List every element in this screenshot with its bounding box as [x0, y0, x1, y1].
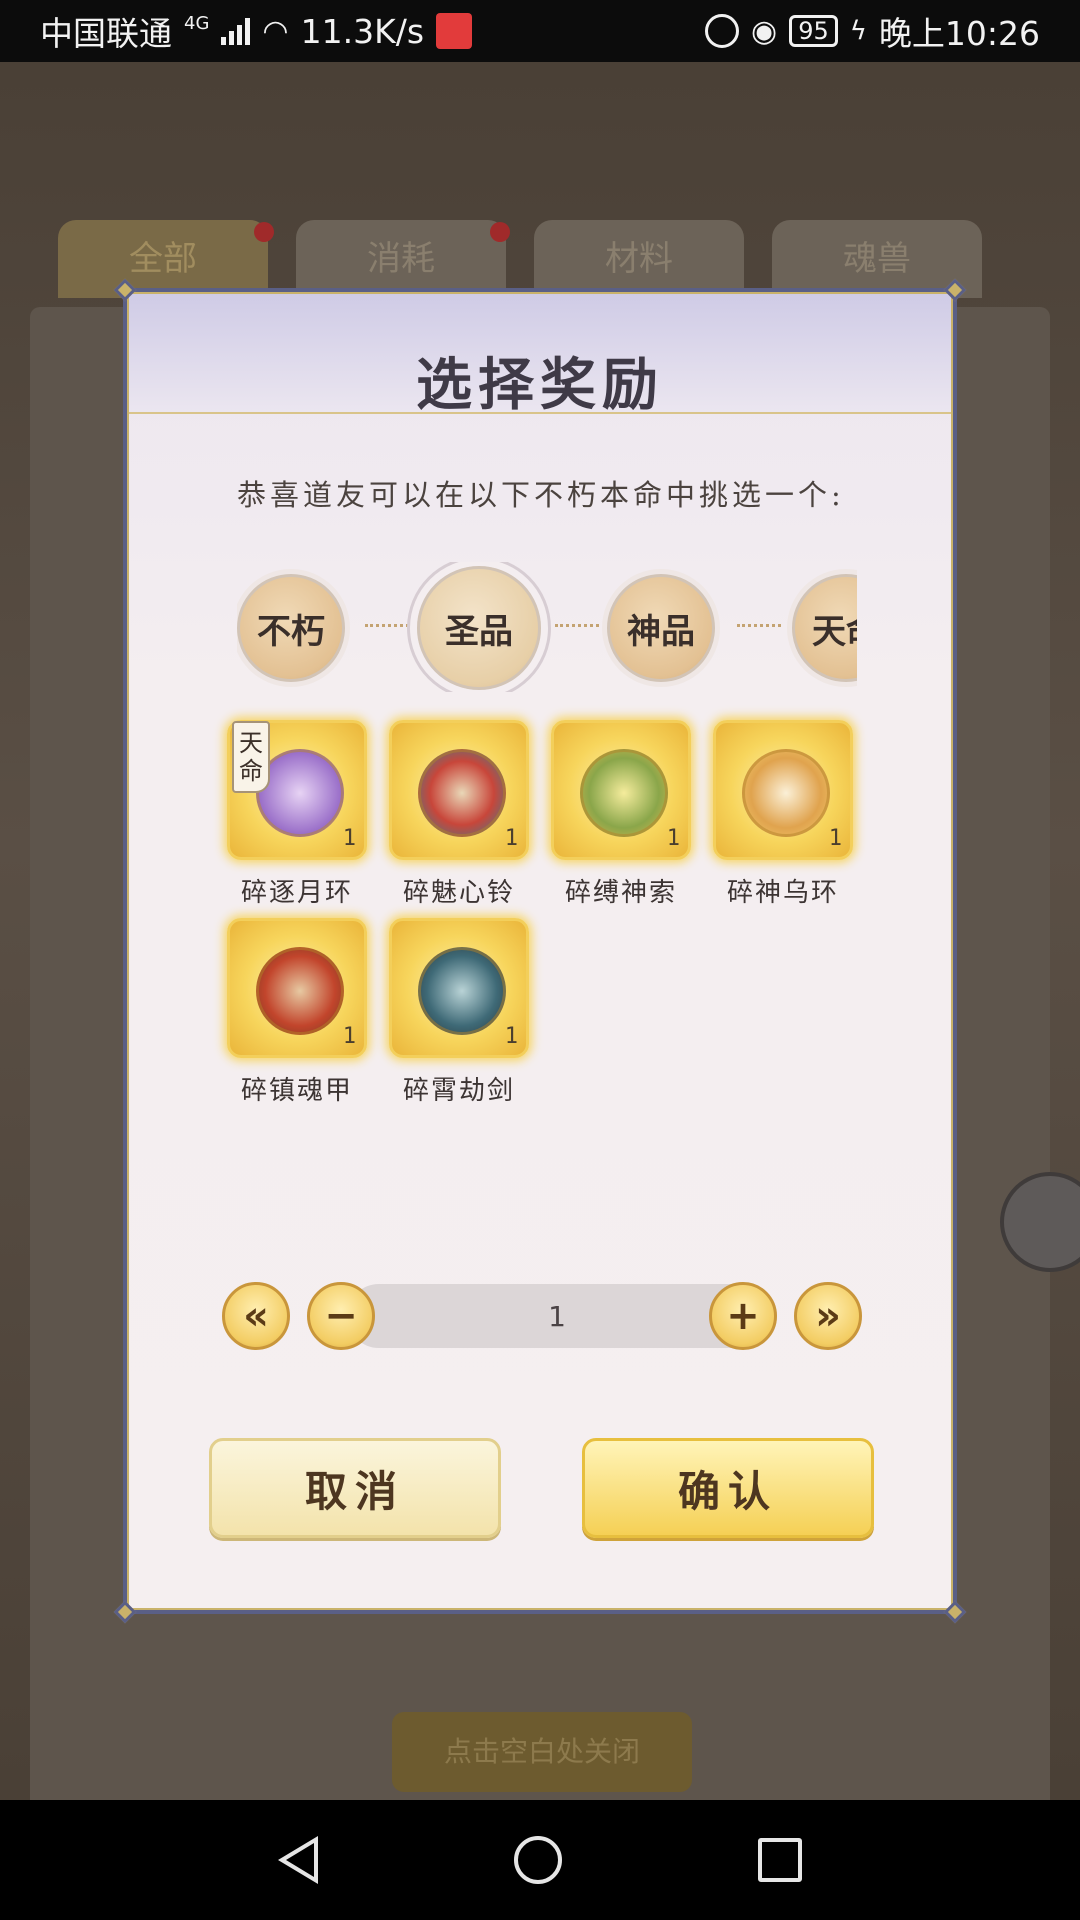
- reward-item[interactable]: 1 碎魅心铃: [389, 720, 529, 909]
- tier-tab-tianming[interactable]: 天命: [792, 574, 857, 682]
- tier-connector: [365, 624, 409, 630]
- reward-item[interactable]: 1 碎缚神索: [551, 720, 691, 909]
- home-icon[interactable]: [514, 1836, 562, 1884]
- decrement-button[interactable]: −: [307, 1282, 375, 1350]
- battery-indicator: 95: [789, 15, 838, 47]
- item-name: 碎镇魂甲: [240, 1076, 353, 1106]
- signal-icon: [221, 17, 251, 45]
- item-name: 碎缚神索: [564, 878, 677, 908]
- bg-tab-material: 材料: [534, 220, 744, 298]
- item-icon: [418, 947, 506, 1035]
- bg-tab-consume: 消耗: [296, 220, 506, 298]
- wifi-icon: ◠: [262, 13, 289, 49]
- tier-connector: [555, 624, 599, 630]
- close-hint: 点击空白处关闭: [392, 1712, 692, 1792]
- max-quantity-button[interactable]: »: [794, 1282, 862, 1350]
- tier-tab-shengpin[interactable]: 圣品: [417, 566, 541, 690]
- bg-tab-all: 全部: [58, 220, 268, 298]
- clock: 晚上10:26: [878, 14, 1040, 53]
- recent-apps-icon[interactable]: [758, 1838, 802, 1882]
- item-count: 1: [828, 826, 842, 851]
- item-count: 1: [342, 1024, 356, 1049]
- confirm-button[interactable]: 确认: [582, 1438, 874, 1538]
- tier-tab-buxiu[interactable]: 不朽: [237, 574, 345, 682]
- item-tile: 1: [227, 918, 367, 1058]
- reward-item[interactable]: 1 碎镇魂甲: [227, 918, 367, 1107]
- tier-tab-shenpin[interactable]: 神品: [607, 574, 715, 682]
- nfc-icon: [705, 14, 739, 48]
- item-count: 1: [504, 826, 518, 851]
- quantity-value: 1: [548, 1300, 566, 1333]
- reward-item[interactable]: 1 碎神乌环: [713, 720, 853, 909]
- navigation-bar: [0, 1800, 1080, 1920]
- dialog-title: 选择奖励: [416, 352, 664, 418]
- item-icon: [742, 749, 830, 837]
- reward-item[interactable]: 1 碎霄劫剑: [389, 918, 529, 1107]
- increment-button[interactable]: +: [709, 1282, 777, 1350]
- item-tile: 1: [713, 720, 853, 860]
- bg-notification-dot: [490, 222, 510, 242]
- item-name: 碎魅心铃: [402, 878, 515, 908]
- tier-connector: [737, 624, 781, 630]
- item-name: 碎逐月环: [240, 878, 353, 908]
- charging-icon: ϟ: [849, 16, 867, 46]
- cancel-button[interactable]: 取消: [209, 1438, 501, 1538]
- app-notification-icon: [436, 13, 473, 49]
- item-name: 碎神乌环: [726, 878, 839, 908]
- item-tile: 天命 1: [227, 720, 367, 860]
- tier-badge: 天命: [232, 721, 270, 793]
- item-count: 1: [504, 1024, 518, 1049]
- item-icon: [580, 749, 668, 837]
- carrier-label: 中国联通: [40, 14, 172, 53]
- min-quantity-button[interactable]: «: [222, 1282, 290, 1350]
- reward-item[interactable]: 天命 1 碎逐月环: [227, 720, 367, 909]
- network-speed: 11.3K/s: [300, 11, 425, 51]
- item-name: 碎霄劫剑: [402, 1076, 515, 1106]
- item-count: 1: [342, 826, 356, 851]
- item-icon: [418, 749, 506, 837]
- eye-icon: ◉: [751, 13, 778, 49]
- item-icon: [256, 947, 344, 1035]
- reward-dialog: 选择奖励 恭喜道友可以在以下不朽本命中挑选一个: 不朽 圣品 神品 天命 天命 …: [113, 278, 967, 1624]
- dialog-subtitle: 恭喜道友可以在以下不朽本命中挑选一个:: [237, 478, 845, 512]
- network-type: 4G: [184, 13, 210, 34]
- item-tile: 1: [551, 720, 691, 860]
- item-tile: 1: [389, 720, 529, 860]
- tier-selector: 不朽 圣品 神品 天命: [237, 562, 857, 692]
- back-icon[interactable]: [278, 1836, 318, 1884]
- bg-notification-dot: [254, 222, 274, 242]
- status-bar: 中国联通 4G ◠ 11.3K/s ◉ 95 ϟ 晚上10:26: [0, 0, 1080, 62]
- item-tile: 1: [389, 918, 529, 1058]
- item-count: 1: [666, 826, 680, 851]
